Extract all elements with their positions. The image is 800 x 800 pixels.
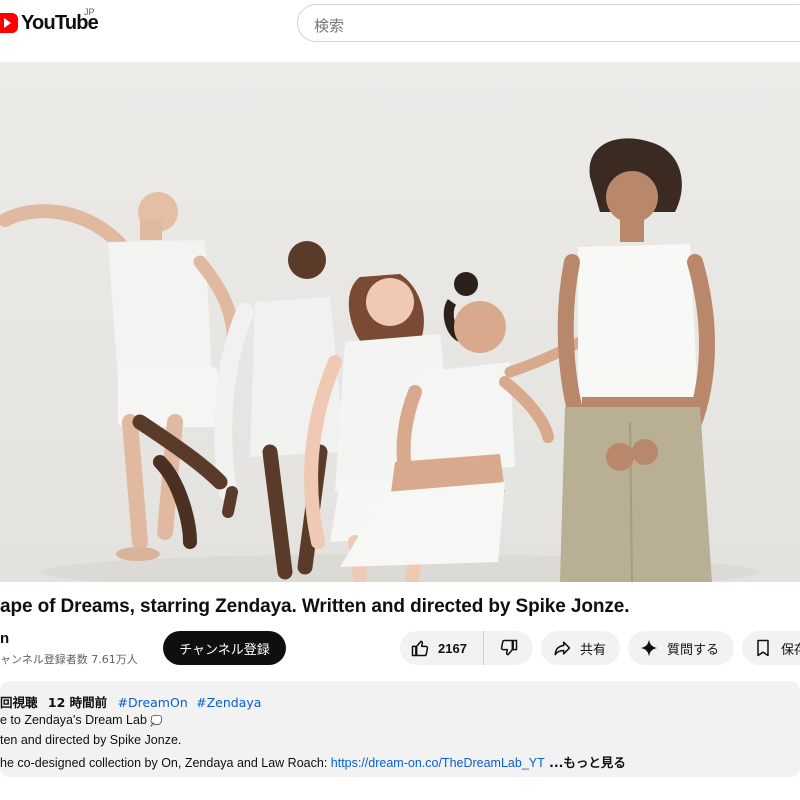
description-meta: 回視聴 12 時間前 #DreamOn #Zendaya bbox=[0, 692, 261, 711]
hashtag-link[interactable]: #DreamOn bbox=[117, 695, 187, 710]
video-frame bbox=[0, 62, 800, 582]
ask-label: 質問する bbox=[667, 642, 720, 658]
search-placeholder: 検索 bbox=[314, 17, 345, 35]
thumb-down-icon bbox=[499, 638, 519, 658]
dislike-button[interactable] bbox=[484, 631, 533, 665]
share-icon bbox=[552, 638, 572, 658]
subscriber-count: ャンネル登録者数 7.61万人 bbox=[0, 653, 138, 666]
like-count: 2167 bbox=[438, 640, 467, 656]
description-link[interactable]: https://dream-on.co/TheDreamLab_YT bbox=[331, 756, 545, 770]
description-text: e to Zendaya's Dream Lab bbox=[0, 713, 151, 727]
upload-age: 12 時間前 bbox=[47, 695, 108, 710]
show-more-button[interactable]: ...もっと見る bbox=[545, 755, 626, 770]
like-dislike-group: 2167 bbox=[400, 631, 533, 665]
youtube-logo-icon bbox=[0, 13, 18, 33]
description-text: he co-designed collection by On, Zendaya… bbox=[0, 756, 331, 770]
search-input[interactable]: 検索 bbox=[297, 4, 800, 42]
view-count: 回視聴 bbox=[0, 695, 38, 710]
share-button[interactable]: 共有 bbox=[541, 631, 620, 665]
like-button[interactable]: 2167 bbox=[400, 631, 484, 665]
masthead: YouTube JP 検索 bbox=[0, 0, 800, 56]
save-icon bbox=[753, 638, 773, 658]
thought-bubble-icon: 💭 bbox=[150, 716, 163, 727]
video-title: ape of Dreams, starring Zendaya. Written… bbox=[0, 596, 630, 617]
description-line: ten and directed by Spike Jonze. bbox=[0, 733, 182, 747]
share-label: 共有 bbox=[580, 642, 607, 658]
description-line: he co-designed collection by On, Zendaya… bbox=[0, 752, 626, 771]
sparkle-icon bbox=[639, 638, 659, 658]
ask-button[interactable]: 質問する bbox=[628, 631, 734, 665]
thumb-up-icon bbox=[410, 638, 430, 658]
region-code: JP bbox=[84, 7, 95, 17]
hashtag-link[interactable]: #Zendaya bbox=[196, 695, 261, 710]
video-player[interactable] bbox=[0, 62, 800, 582]
channel-name[interactable]: n bbox=[0, 630, 9, 647]
save-label: 保存 bbox=[781, 642, 800, 658]
description-line: e to Zendaya's Dream Lab 💭 bbox=[0, 713, 163, 727]
description-box[interactable]: 回視聴 12 時間前 #DreamOn #Zendaya e to Zenday… bbox=[0, 681, 800, 777]
save-button[interactable]: 保存 bbox=[742, 631, 800, 665]
subscribe-button[interactable]: チャンネル登録 bbox=[163, 631, 286, 665]
